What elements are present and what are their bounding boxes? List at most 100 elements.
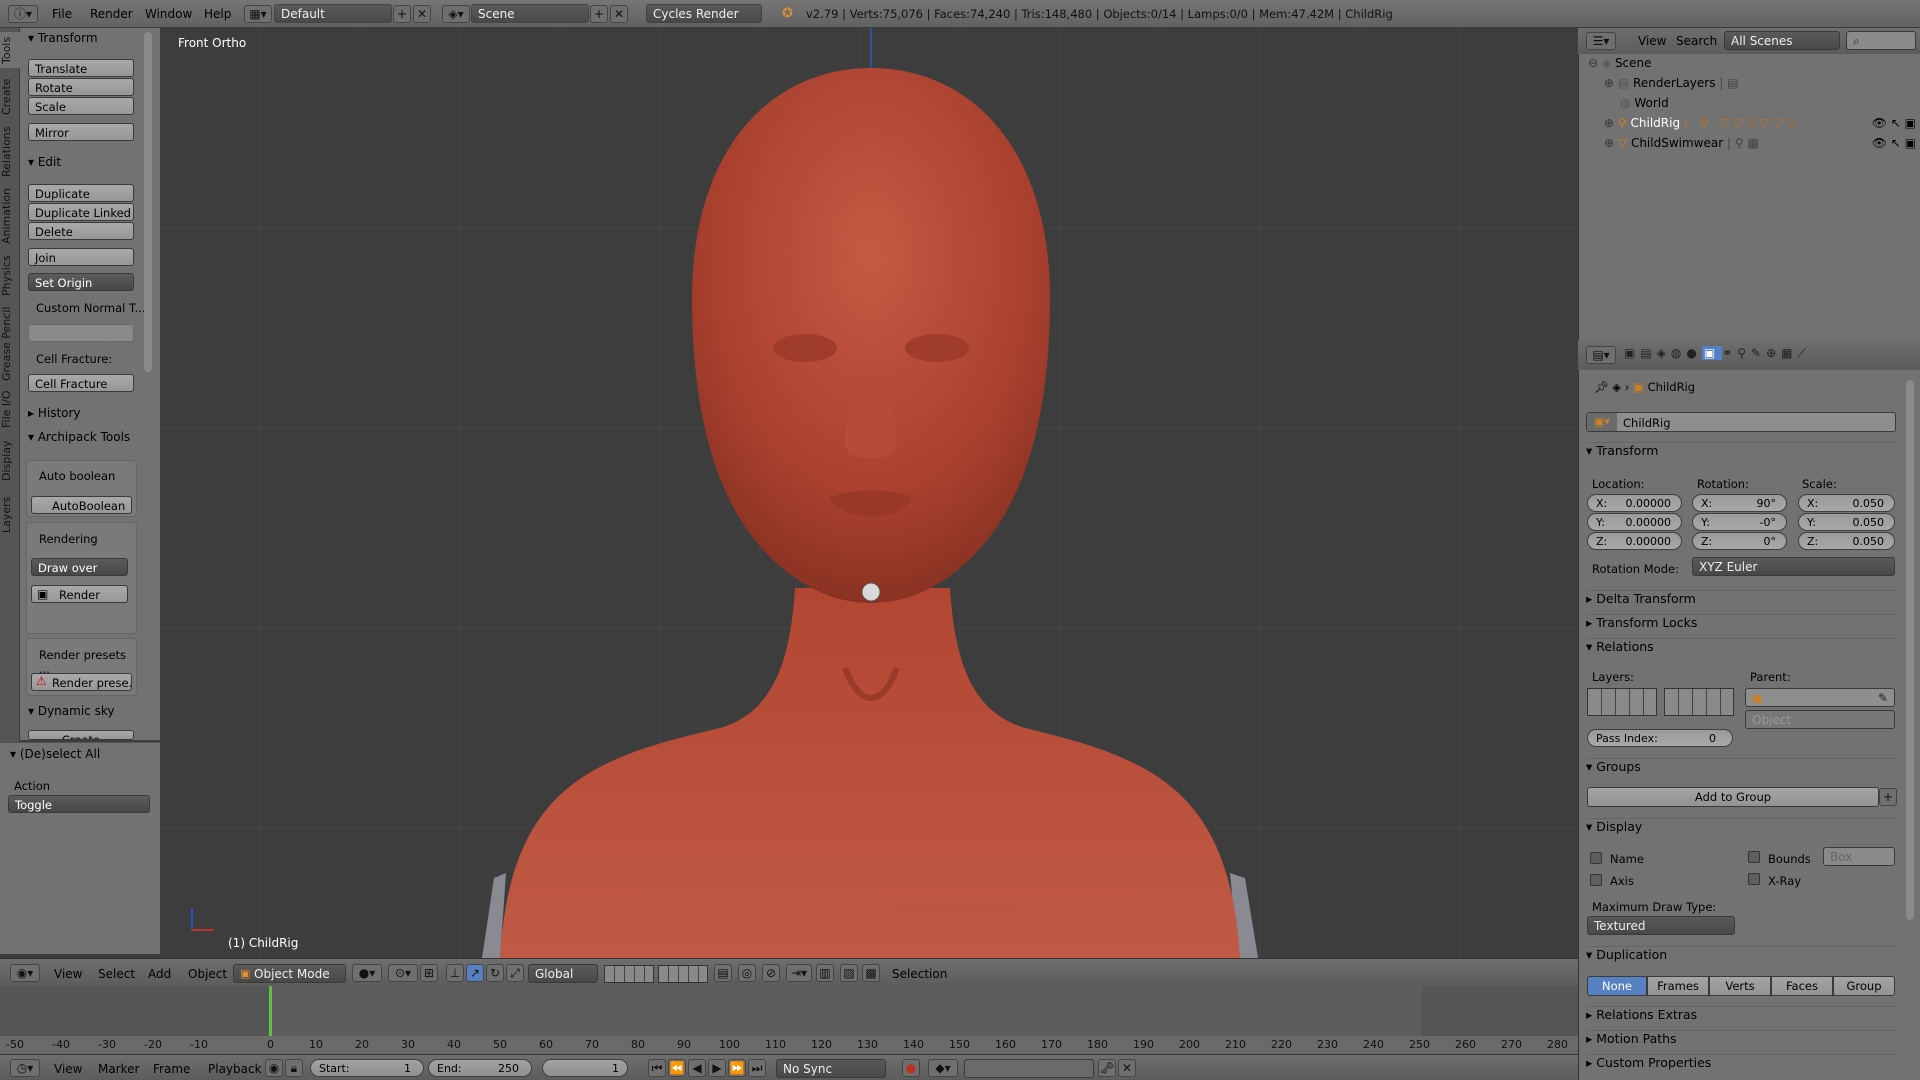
shading-icon[interactable]: ●▾ [352, 964, 382, 982]
outliner-menu-view[interactable]: View [1638, 34, 1666, 48]
render-engine-select[interactable]: Cycles Render [646, 4, 762, 23]
play-icon[interactable]: ▶ [708, 1059, 726, 1077]
name-checkbox[interactable] [1590, 852, 1602, 864]
pin-icon[interactable]: 📌︎ [1594, 380, 1609, 394]
next-keyframe-icon[interactable]: ⏩ [728, 1059, 746, 1077]
timeline-menu-marker[interactable]: Marker [98, 1062, 139, 1076]
rotation-mode-select[interactable]: XYZ Euler [1692, 557, 1895, 576]
snap-icon[interactable]: ⊞ [420, 964, 438, 982]
outliner-menu-search[interactable]: Search [1676, 34, 1717, 48]
bounds-type-select[interactable]: Box [1823, 847, 1895, 866]
panel-motion-paths-header[interactable]: ▸ Motion Paths [1586, 1030, 1896, 1052]
pass-index-field[interactable]: Pass Index: 0 [1587, 729, 1733, 747]
timeline[interactable]: -50 -40 -30 -20 -10 0 10 20 30 40 50 60 … [0, 986, 1578, 1054]
translate-gizmo-icon[interactable]: ↗ [466, 964, 484, 982]
rotate-button[interactable]: Rotate [28, 78, 134, 96]
pivot-icon[interactable]: ⊙▾ [388, 964, 418, 982]
properties-editor-icon[interactable]: ▤▾ [1586, 346, 1616, 364]
tab-layers[interactable]: Layers [0, 492, 20, 538]
object-layers-2[interactable] [1664, 688, 1734, 716]
scale-button[interactable]: Scale [28, 97, 134, 115]
tab-physics[interactable]: Physics [0, 252, 20, 300]
location-x-field[interactable]: X: 0.00000 [1587, 494, 1682, 512]
rotation-z-field[interactable]: Z: 0° [1692, 532, 1787, 550]
menu-object[interactable]: Object [188, 967, 227, 981]
panel-relations-header[interactable]: ▾ Relations [1586, 638, 1896, 660]
timeline-menu-playback[interactable]: Playback [208, 1062, 262, 1076]
panel-archipack-header[interactable]: ▾ Archipack Tools [28, 430, 130, 444]
bounds-checkbox[interactable] [1748, 851, 1760, 863]
tab-grease-pencil[interactable]: Grease Pencil [0, 306, 20, 382]
preview-range-icon[interactable]: ◉ [265, 1059, 283, 1077]
rotate-gizmo-icon[interactable]: ↻ [486, 964, 504, 982]
rotation-y-field[interactable]: Y: -0° [1692, 513, 1787, 531]
dup-verts-button[interactable]: Verts [1709, 976, 1771, 996]
lock-range-icon[interactable]: 🔒︎ [285, 1059, 303, 1077]
panel-delta-transform-header[interactable]: ▸ Delta Transform [1586, 590, 1896, 612]
snap-toggle-icon[interactable]: ⊘ [762, 964, 780, 982]
outliner-search-input[interactable]: ⌕ [1846, 31, 1916, 50]
panel-relations-extras-header[interactable]: ▸ Relations Extras [1586, 1006, 1896, 1028]
timeline-editor-icon[interactable]: ◷▾ [10, 1059, 40, 1077]
display-mode-select[interactable]: All Scenes [1724, 31, 1840, 50]
mirror-button[interactable]: Mirror [28, 123, 134, 141]
panel-edit-header[interactable]: ▾ Edit [28, 155, 61, 169]
sync-select[interactable]: No Sync [776, 1059, 886, 1078]
parent-type-select[interactable]: Object [1745, 710, 1895, 729]
menu-window[interactable]: Window [145, 7, 192, 21]
tab-create[interactable]: Create [0, 76, 20, 118]
layer-buttons-2[interactable] [658, 965, 708, 983]
tab-file-io[interactable]: File I/O [0, 388, 20, 430]
keying-icon[interactable]: ◆▾ [928, 1059, 958, 1077]
tab-relations[interactable]: Relations [0, 124, 20, 180]
properties-scrollbar[interactable] [1906, 380, 1914, 920]
keying-set-field[interactable] [964, 1059, 1094, 1078]
panel-dynamic-sky-header[interactable]: ▾ Dynamic sky [28, 704, 114, 718]
snap-element-icon[interactable]: ⇥▾ [786, 964, 812, 982]
panel-transform-header[interactable]: ▾ Transform [28, 31, 98, 45]
tab-tools[interactable]: Tools [0, 32, 20, 68]
duplicate-linked-button[interactable]: Duplicate Linked [28, 203, 134, 221]
draw-over-select[interactable]: Draw over [31, 558, 128, 576]
layer-lock-icon[interactable]: ▤ [714, 964, 732, 982]
duplicate-button[interactable]: Duplicate [28, 184, 134, 202]
layout-field[interactable]: Default [274, 4, 392, 23]
panel-display-header[interactable]: ▾ Display [1586, 818, 1896, 840]
panel-duplication-header[interactable]: ▾ Duplication [1586, 946, 1896, 968]
jump-end-icon[interactable]: ⏭ [748, 1059, 766, 1077]
dup-frames-button[interactable]: Frames [1647, 976, 1709, 996]
scale-y-field[interactable]: Y: 0.050 [1798, 513, 1895, 531]
join-button[interactable]: Join [28, 248, 134, 266]
jump-start-icon[interactable]: ⏮ [648, 1059, 666, 1077]
render-preview-icon[interactable]: ▥ [816, 964, 834, 982]
opengl-anim-icon[interactable]: ▩ [862, 964, 880, 982]
scale-z-field[interactable]: Z: 0.050 [1798, 532, 1895, 550]
create-sky-button[interactable]: Create [28, 730, 134, 740]
context-tabs[interactable]: ▣▤◈◍● ▣ ⚭⚲✎⊕▦⟋ [1624, 346, 1824, 364]
object-name-field[interactable]: ▣▾ ChildRig [1586, 412, 1896, 432]
axis-checkbox[interactable] [1590, 874, 1602, 886]
add-scene-icon[interactable]: + [590, 5, 608, 23]
location-y-field[interactable]: Y: 0.00000 [1587, 513, 1682, 531]
opengl-render-icon[interactable]: ▨ [840, 964, 858, 982]
delete-button[interactable]: Delete [28, 222, 134, 240]
eyedropper-icon[interactable]: ✎ [1878, 691, 1888, 705]
xray-checkbox[interactable] [1748, 873, 1760, 885]
character-model[interactable] [482, 68, 1258, 958]
current-frame-field[interactable]: 1 [542, 1059, 628, 1077]
3d-viewport[interactable]: Front Ortho (1) ChildRig [160, 28, 1578, 958]
panel-custom-properties-header[interactable]: ▸ Custom Properties [1586, 1054, 1896, 1076]
new-group-icon[interactable]: + [1879, 788, 1897, 806]
dup-faces-button[interactable]: Faces [1771, 976, 1833, 996]
orientation-select[interactable]: Global [528, 964, 598, 983]
childswimwear-visibility-icons[interactable]: 👁︎ ↖ ▣ [1872, 136, 1916, 150]
layout-grid-icon[interactable]: ▦▾ [244, 5, 272, 23]
object-layers-1[interactable] [1587, 688, 1657, 716]
cell-fracture-button[interactable]: Cell Fracture [28, 374, 134, 392]
start-frame-field[interactable]: Start: 1 [310, 1059, 424, 1077]
manipulator-icon[interactable]: ⊥ [446, 964, 464, 982]
menu-file[interactable]: File [52, 7, 72, 21]
outliner-row-childswimwear[interactable]: ⊕ ▽ ChildSwimwear | ⚲ ▦ 👁︎ ↖ ▣ [1604, 136, 1920, 156]
proportional-icon[interactable]: ◎ [738, 964, 756, 982]
panel-transform-header[interactable]: ▾ Transform [1586, 442, 1896, 464]
